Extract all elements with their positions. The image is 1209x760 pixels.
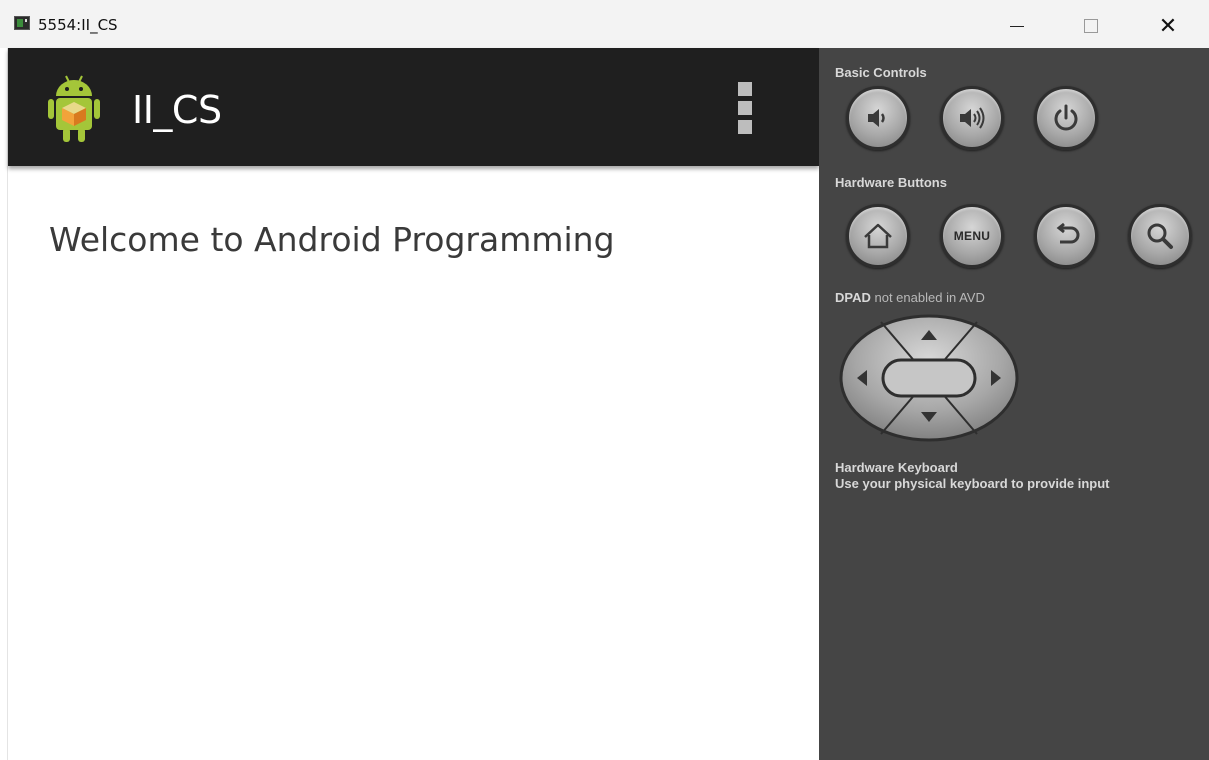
app-title: II_CS	[132, 88, 222, 132]
power-button[interactable]	[1034, 86, 1098, 150]
window-titlebar: 5554:II_CS ✕	[0, 0, 1209, 48]
maximize-icon	[1084, 19, 1098, 33]
volume-up-button[interactable]	[940, 86, 1004, 150]
dpad-status-text: not enabled in AVD	[874, 290, 985, 305]
volume-down-button[interactable]	[846, 86, 910, 150]
welcome-text: Welcome to Android Programming	[49, 220, 615, 259]
action-bar: II_CS	[8, 48, 819, 166]
window-title: 5554:II_CS	[38, 16, 118, 34]
back-icon	[1056, 222, 1080, 244]
device-screen[interactable]: II_CS Welcome to Android Programming	[8, 48, 819, 760]
dpad-control	[839, 314, 1019, 442]
back-button[interactable]	[1034, 204, 1098, 268]
close-button[interactable]: ✕	[1145, 8, 1191, 44]
home-button[interactable]	[846, 204, 910, 268]
basic-controls-label: Basic Controls	[835, 65, 927, 80]
android-launcher-icon[interactable]	[48, 72, 100, 146]
hardware-buttons-label: Hardware Buttons	[835, 175, 947, 190]
window-frame-edge	[0, 48, 8, 760]
menu-button-label: MENU	[953, 229, 991, 243]
emulator-app-icon	[14, 16, 30, 30]
dpad-status-label: DPAD not enabled in AVD	[835, 290, 985, 305]
dpad-label: DPAD	[835, 290, 871, 305]
volume-up-icon	[960, 107, 985, 129]
home-icon	[864, 223, 892, 249]
hardware-keyboard-title: Hardware Keyboard	[835, 460, 958, 475]
emulator-control-panel: Basic Controls Hardware Buttons MENU DPA…	[819, 48, 1209, 760]
minimize-button[interactable]	[994, 8, 1040, 44]
hardware-keyboard-hint: Use your physical keyboard to provide in…	[835, 476, 1110, 491]
overflow-menu-icon[interactable]	[738, 82, 758, 134]
power-icon	[1054, 104, 1078, 131]
search-icon	[1147, 223, 1173, 249]
minimize-icon	[1010, 25, 1024, 27]
close-icon: ✕	[1158, 13, 1178, 39]
search-button[interactable]	[1128, 204, 1192, 268]
maximize-button[interactable]	[1068, 8, 1114, 44]
volume-down-icon	[868, 109, 885, 127]
menu-button[interactable]: MENU	[940, 204, 1004, 268]
